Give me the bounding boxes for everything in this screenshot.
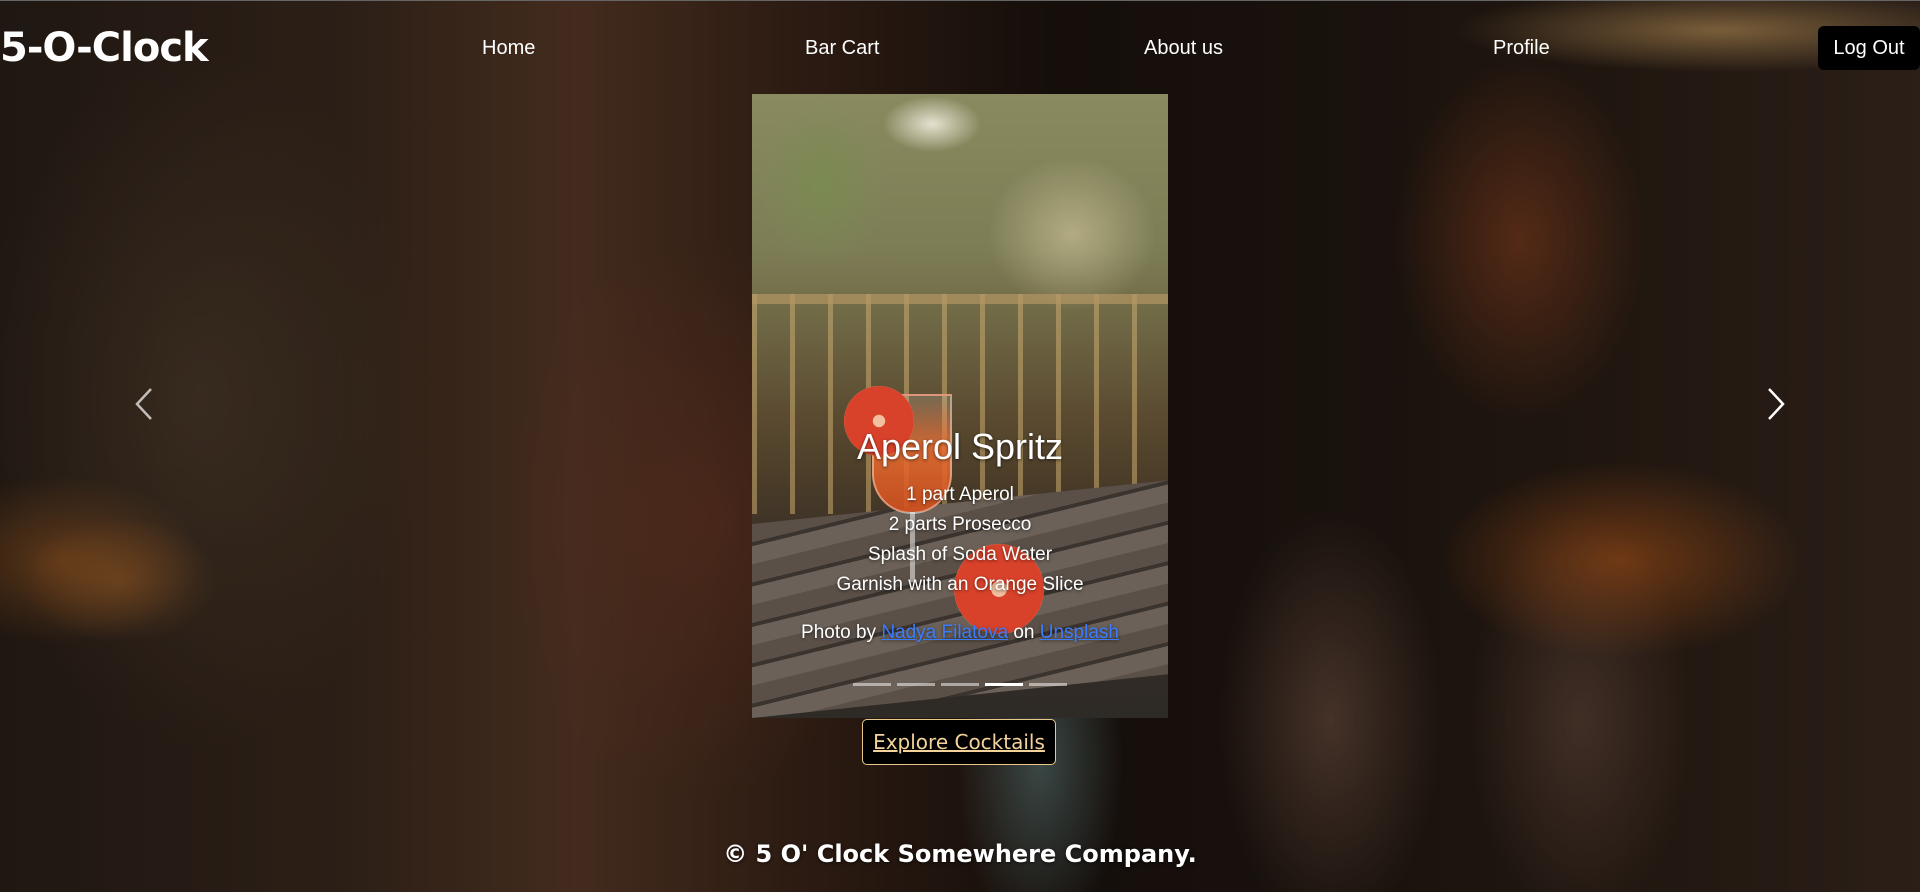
- carousel-next-button[interactable]: [1756, 384, 1796, 424]
- carousel-indicator[interactable]: [985, 683, 1023, 686]
- logout-button[interactable]: Log Out: [1818, 26, 1920, 70]
- nav-link-bar-cart[interactable]: Bar Cart: [805, 37, 879, 60]
- footer-copyright: © 5 O' Clock Somewhere Company.: [723, 840, 1197, 868]
- ingredient-line: Garnish with an Orange Slice: [836, 574, 1084, 595]
- ingredient-line: 1 part Aperol: [906, 484, 1014, 505]
- chevron-right-icon: [1768, 388, 1785, 420]
- credit-middle: on: [1013, 622, 1035, 643]
- photographer-link[interactable]: Nadya Filatova: [881, 622, 1008, 643]
- credit-prefix: Photo by: [801, 622, 877, 643]
- ingredient-line: Splash of Soda Water: [867, 544, 1053, 565]
- carousel-indicator[interactable]: [941, 683, 979, 686]
- cocktail-title: Aperol Spritz: [856, 426, 1064, 467]
- cocktail-carousel: Aperol Spritz 1 part Aperol 2 parts Pros…: [752, 94, 1168, 718]
- nav-link-about[interactable]: About us: [1144, 37, 1223, 60]
- nav-link-home[interactable]: Home: [482, 37, 535, 60]
- photo-railing: [752, 294, 1168, 514]
- carousel-prev-button[interactable]: [124, 384, 164, 424]
- carousel-indicator[interactable]: [1029, 683, 1067, 686]
- nav-link-profile[interactable]: Profile: [1493, 37, 1550, 60]
- navbar: 5-O-Clock Home Bar Cart About us Profile…: [0, 0, 1920, 96]
- carousel-indicators: [752, 683, 1168, 686]
- carousel-indicator[interactable]: [897, 683, 935, 686]
- ingredient-line: 2 parts Prosecco: [888, 514, 1032, 535]
- carousel-indicator[interactable]: [853, 683, 891, 686]
- brand-logo[interactable]: 5-O-Clock: [0, 25, 209, 71]
- explore-cocktails-button[interactable]: Explore Cocktails: [862, 719, 1056, 765]
- unsplash-link[interactable]: Unsplash: [1040, 622, 1119, 643]
- photo-credit: Photo by Nadya Filatova on Unsplash: [752, 622, 1168, 644]
- chevron-left-icon: [135, 388, 152, 420]
